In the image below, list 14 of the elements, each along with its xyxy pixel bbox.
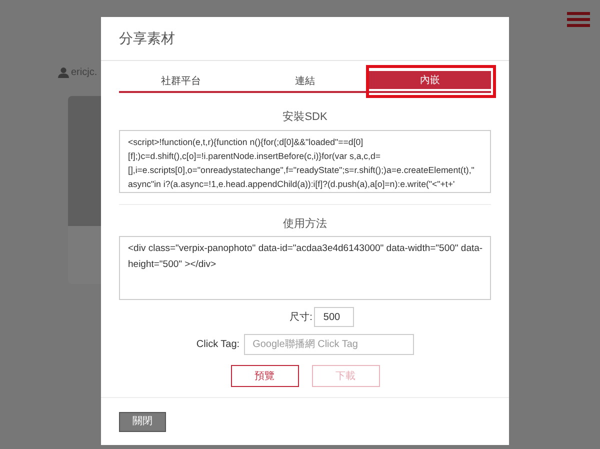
code-box[interactable]: <script>!function(e,t,r){function n(){for(;d[0]&&"loaded"==d[0] [f];)c=d.shift(),c[o]=!i.parentNode.insertBefore(c,i)}for(var s,a,c,d= [],i=e.scripts[0],o="onreadystatechange",f="readyState";s=r.shift();)a=e.createElement(t)," async"in i?(a.async=!1,e.head.appendChild(a)):i[f]?(d.push(a),a[o]=n):e.write("<"+t+' [119, 130, 491, 193]
section-heading: 安裝SDK [282, 110, 328, 124]
code-box[interactable]: <div class="verpix-panophoto" data-id="acdaa3e4d6143000" data-width="500" data- height="500" ></div> [119, 236, 491, 300]
user-icon [58, 67, 69, 78]
dialog-title: 分享素材 [119, 29, 175, 48]
click-tag-field[interactable]: Google聯播網 Click Tag [244, 334, 414, 355]
close-button[interactable]: 關閉 [119, 412, 166, 432]
menu-icon[interactable] [567, 12, 590, 27]
section-heading: 使用方法 [282, 217, 328, 231]
size-field[interactable]: 500 [314, 307, 354, 327]
tab[interactable]: 內嵌 [369, 71, 491, 89]
preview-button[interactable]: 預覽 [230, 365, 298, 387]
click-tag-label: Click Tag: [196, 338, 240, 352]
size-label: 尺寸: [290, 310, 312, 324]
